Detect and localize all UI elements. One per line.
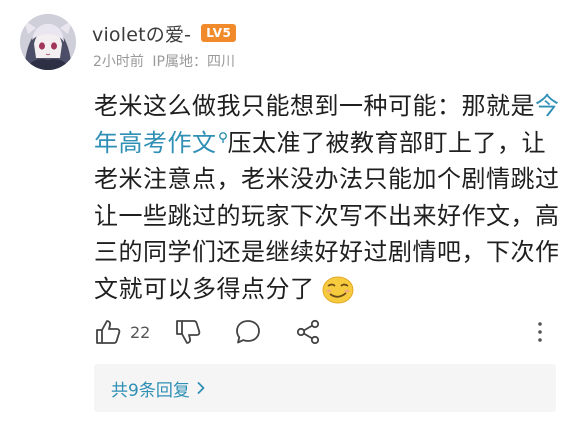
more-vertical-icon: [538, 322, 542, 342]
username[interactable]: violetの爱-: [92, 20, 191, 47]
comment-card: violetの爱- LV5 2小时前 IP属地：四川 老米这么做我只能想到一种可…: [0, 0, 576, 426]
anime-avatar-icon: [20, 14, 76, 70]
chevron-right-icon: [197, 382, 205, 394]
like-count: 22: [130, 322, 151, 342]
share-button[interactable]: [294, 316, 322, 348]
replies-count-label: 共9条回复: [111, 380, 190, 401]
thumbs-up-icon: [96, 320, 121, 344]
username-row: violetの爱- LV5: [92, 20, 237, 47]
level-badge: LV5: [201, 24, 237, 42]
search-icon: [218, 131, 227, 143]
smirk-emoji-icon: [322, 276, 353, 303]
view-replies-button[interactable]: 共9条回复: [94, 364, 556, 412]
comment-button[interactable]: [234, 316, 262, 348]
thumbs-down-icon: [176, 320, 201, 344]
user-avatar[interactable]: [20, 14, 76, 70]
dislike-button[interactable]: [174, 316, 202, 348]
comment-time: 2小时前: [93, 54, 144, 70]
comment-bubble-icon: [236, 320, 260, 344]
more-options-button[interactable]: [530, 316, 550, 348]
comment-text-before-link: 老米这么做我只能想到一种可能：那就是: [94, 92, 535, 120]
comment-actions: 22: [94, 316, 554, 348]
like-button[interactable]: 22: [94, 316, 150, 348]
share-icon: [296, 319, 320, 345]
ip-location: IP属地：四川: [152, 54, 235, 70]
comment-meta: 2小时前 IP属地：四川: [93, 51, 235, 71]
comment-body: 老米这么做我只能想到一种可能：那就是今年高考作文 压太准了被教育部盯上了，让老米注…: [94, 88, 560, 307]
